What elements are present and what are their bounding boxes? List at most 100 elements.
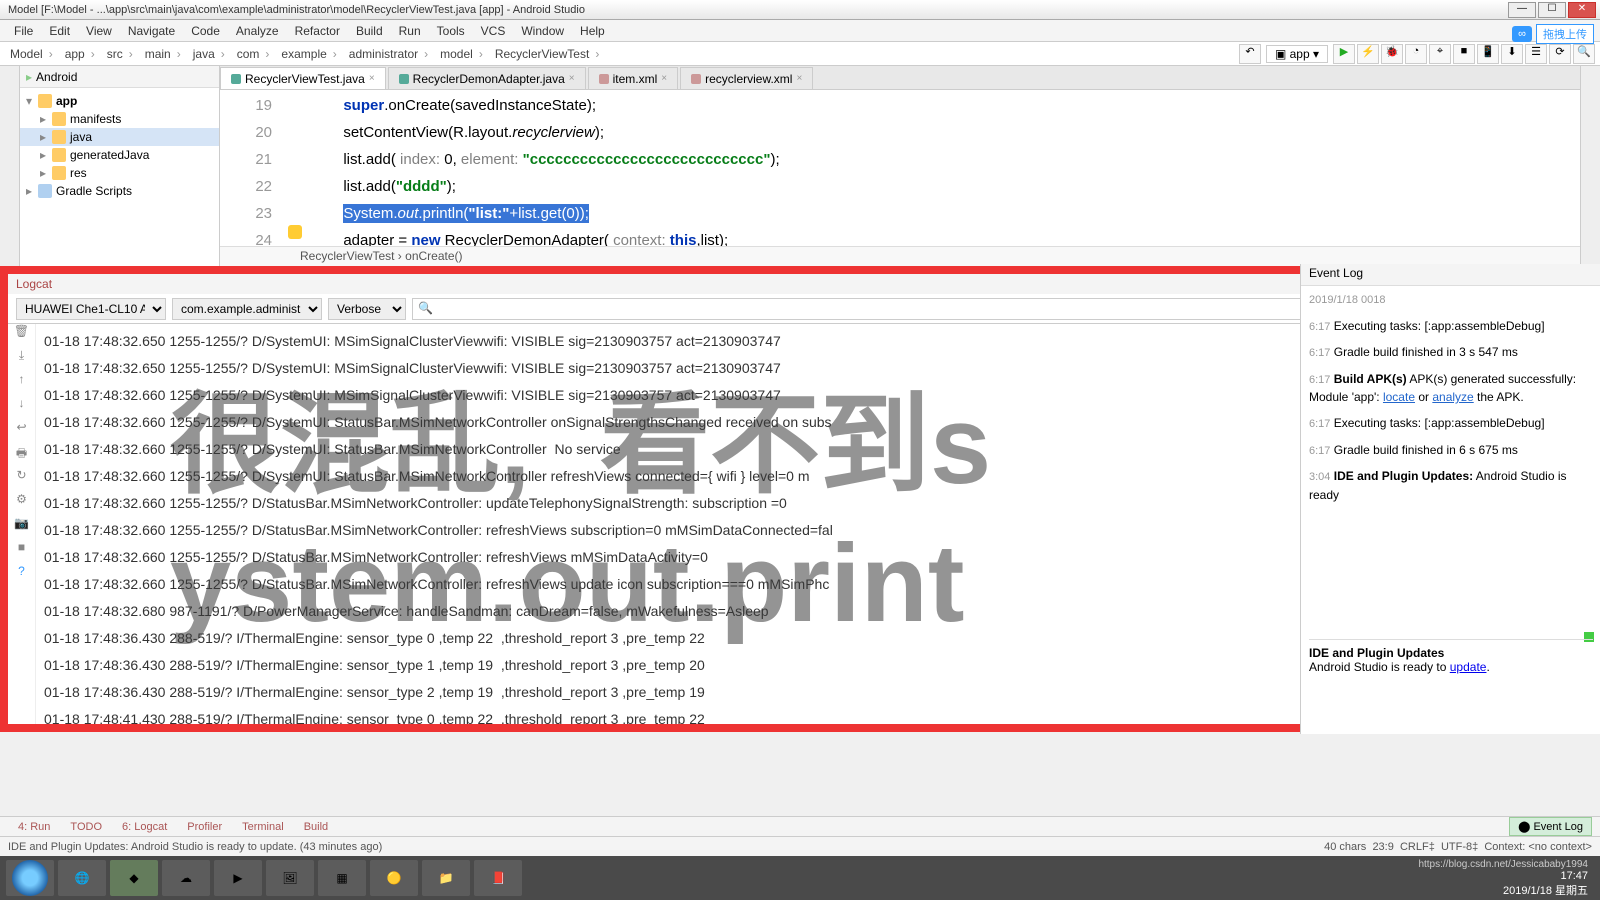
avd-button[interactable]: 📱	[1477, 44, 1499, 64]
trash-icon[interactable]: 🗑	[8, 324, 35, 348]
eventlog-body[interactable]: 2019/1/18 0018 6:17 Executing tasks: [:a…	[1301, 286, 1600, 516]
menu-view[interactable]: View	[78, 22, 120, 40]
eventlog-button[interactable]: ⬤ Event Log	[1509, 817, 1592, 836]
tab-profiler[interactable]: Profiler	[177, 821, 232, 833]
close-icon[interactable]: ×	[369, 73, 375, 84]
structure-button[interactable]: ☰	[1525, 44, 1547, 64]
menu-analyze[interactable]: Analyze	[228, 22, 287, 40]
close-icon[interactable]: ×	[569, 73, 575, 84]
menu-code[interactable]: Code	[183, 22, 228, 40]
down-icon[interactable]: ↓	[8, 396, 35, 420]
restart-icon[interactable]: ↻	[8, 468, 35, 492]
crumb-com[interactable]: com	[231, 45, 276, 63]
menu-navigate[interactable]: Navigate	[120, 22, 183, 40]
crumb-admin[interactable]: administrator	[343, 45, 434, 63]
tab-recyclerdemonadapter[interactable]: RecyclerDemonAdapter.java×	[388, 67, 586, 89]
profile-button[interactable]: ◔	[1405, 44, 1427, 64]
taskbar-app-3[interactable]: ☁	[162, 860, 210, 896]
close-button[interactable]: ✕	[1568, 2, 1596, 18]
crumb-app[interactable]: app	[59, 45, 101, 63]
tree-manifests[interactable]: ▸manifests	[20, 110, 219, 128]
menu-build[interactable]: Build	[348, 22, 391, 40]
taskbar-androidstudio[interactable]: ◆	[110, 860, 158, 896]
tab-recyclerviewxml[interactable]: recyclerview.xml×	[680, 67, 813, 89]
print-icon[interactable]: 🖶	[8, 444, 35, 468]
process-selector[interactable]: com.example.administrat…	[172, 298, 322, 320]
stop-icon[interactable]: ■	[8, 540, 35, 564]
menu-refactor[interactable]: Refactor	[287, 22, 348, 40]
sdk-button[interactable]: ⬇	[1501, 44, 1523, 64]
code-editor[interactable]: 192021222324 super.onCreate(savedInstanc…	[220, 90, 1580, 246]
tree-gradle[interactable]: ▸Gradle Scripts	[20, 182, 219, 200]
maximize-button[interactable]: ☐	[1538, 2, 1566, 18]
taskbar-app-7[interactable]: 🟡	[370, 860, 418, 896]
debug-button[interactable]: 🐞	[1381, 44, 1403, 64]
camera-icon[interactable]: 📷	[8, 516, 35, 540]
minimize-button[interactable]: —	[1508, 2, 1536, 18]
menu-edit[interactable]: Edit	[41, 22, 78, 40]
close-icon[interactable]: ×	[661, 73, 667, 84]
left-tool-strip[interactable]	[0, 66, 20, 266]
status-context[interactable]: Context: <no context>	[1484, 841, 1592, 853]
tab-terminal[interactable]: Terminal	[232, 821, 294, 833]
status-encoding[interactable]: UTF-8‡	[1441, 841, 1478, 853]
logcat-search-input[interactable]	[412, 298, 1371, 320]
crumb-java[interactable]: java	[187, 45, 231, 63]
tab-todo[interactable]: TODO	[60, 821, 112, 833]
update-link[interactable]: update	[1450, 660, 1487, 674]
attach-button[interactable]: ⌖	[1429, 44, 1451, 64]
tab-recyclerviewtest[interactable]: RecyclerViewTest.java×	[220, 67, 386, 89]
taskbar-app-9[interactable]: 📕	[474, 860, 522, 896]
taskbar-app-6[interactable]: ▦	[318, 860, 366, 896]
tab-build[interactable]: Build	[294, 821, 338, 833]
tab-run[interactable]: 4: Run	[8, 821, 60, 833]
up-icon[interactable]: ↑	[8, 372, 35, 396]
status-eol[interactable]: CRLF‡	[1400, 841, 1435, 853]
tab-itemxml[interactable]: item.xml×	[588, 67, 679, 89]
menu-help[interactable]: Help	[572, 22, 613, 40]
crumb-example[interactable]: example	[275, 45, 342, 63]
crumb-main[interactable]: main	[139, 45, 187, 63]
tree-generatedjava[interactable]: ▸generatedJava	[20, 146, 219, 164]
taskbar-explorer[interactable]: 📁	[422, 860, 470, 896]
code-lines[interactable]: super.onCreate(savedInstanceState); setC…	[310, 90, 1580, 246]
menu-tools[interactable]: Tools	[429, 22, 473, 40]
crumb-src[interactable]: src	[101, 45, 139, 63]
menu-window[interactable]: Window	[513, 22, 572, 40]
run-button[interactable]: ▶	[1333, 44, 1355, 64]
tree-app[interactable]: ▾app	[20, 92, 219, 110]
eventlog-header[interactable]: Event Log	[1301, 264, 1600, 286]
intention-bulb-icon[interactable]	[288, 225, 302, 239]
help-icon[interactable]: ?	[8, 564, 35, 588]
loglevel-selector[interactable]: Verbose	[328, 298, 406, 320]
search-icon[interactable]: 🔍	[1573, 44, 1595, 64]
back-icon[interactable]: ↶	[1239, 44, 1261, 64]
start-button[interactable]	[6, 860, 54, 896]
device-selector[interactable]: HUAWEI Che1-CL10 A…	[16, 298, 166, 320]
menu-run[interactable]: Run	[391, 22, 429, 40]
settings-icon[interactable]: ⚙	[8, 492, 35, 516]
teamviewer-widget[interactable]: ∞ 拖拽上传	[1512, 24, 1594, 44]
tab-logcat[interactable]: 6: Logcat	[112, 821, 177, 833]
run-config-selector[interactable]: ▣ app ▾	[1266, 45, 1328, 63]
taskbar-app-5[interactable]: 🖼	[266, 860, 314, 896]
taskbar-app-4[interactable]: ▶	[214, 860, 262, 896]
tree-res[interactable]: ▸res	[20, 164, 219, 182]
project-header[interactable]: ▸ Android	[20, 66, 219, 88]
crumb-file[interactable]: RecyclerViewTest	[489, 45, 605, 63]
tree-java[interactable]: ▸java	[20, 128, 219, 146]
crumb-model2[interactable]: model	[434, 45, 489, 63]
menu-file[interactable]: File	[6, 22, 41, 40]
scroll-end-icon[interactable]: ⤓	[8, 348, 35, 372]
close-icon[interactable]: ×	[796, 73, 802, 84]
stop-button[interactable]: ■	[1453, 44, 1475, 64]
wrap-icon[interactable]: ↩	[8, 420, 35, 444]
right-tool-strip[interactable]	[1580, 66, 1600, 266]
taskbar-app-1[interactable]: 🌐	[58, 860, 106, 896]
crumb-model[interactable]: Model	[4, 45, 59, 63]
menu-vcs[interactable]: VCS	[473, 22, 514, 40]
sync-button[interactable]: ⟳	[1549, 44, 1571, 64]
system-tray[interactable]: https://blog.csdn.net/Jessicababy1994 17…	[1418, 859, 1596, 898]
apply-changes-button[interactable]: ⚡	[1357, 44, 1379, 64]
editor-breadcrumb[interactable]: RecyclerViewTest › onCreate()	[220, 246, 1580, 266]
